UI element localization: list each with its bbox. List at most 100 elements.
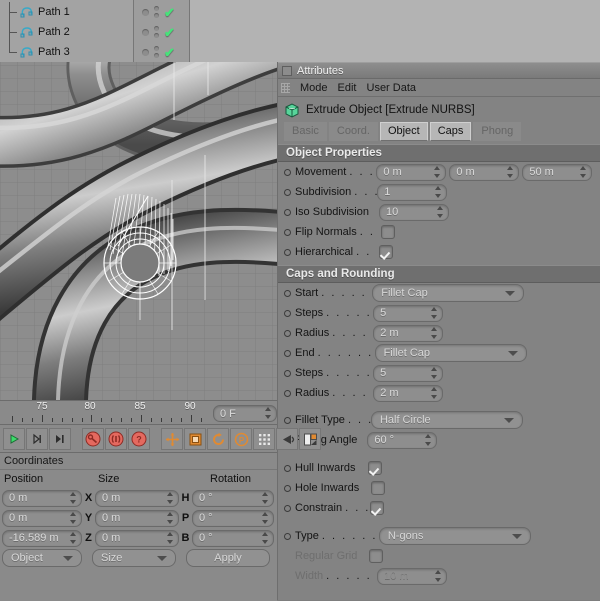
parametric-tool-icon[interactable]: P <box>230 428 252 450</box>
play-button[interactable] <box>3 428 25 450</box>
object-row-path-3[interactable]: Path 3 <box>0 42 133 62</box>
spinner-icon[interactable] <box>430 366 437 379</box>
chevron-down-icon[interactable] <box>157 556 167 561</box>
tab-phong[interactable]: Phong <box>473 122 522 141</box>
spinner-icon[interactable] <box>69 531 76 544</box>
movement-x-field[interactable]: 0 m <box>376 163 447 181</box>
param-bullet-icon[interactable] <box>284 416 291 424</box>
visibility-dots-icon[interactable] <box>154 26 159 38</box>
record-keyframe-button[interactable] <box>82 428 104 450</box>
menu-mode[interactable]: Mode <box>300 82 328 94</box>
attributes-tabs[interactable]: Basic Coord. Object Caps Phong <box>278 122 600 141</box>
param-bullet-icon[interactable] <box>284 208 291 216</box>
spinner-icon[interactable] <box>436 205 443 218</box>
layout-icon[interactable] <box>299 428 321 450</box>
spinner-icon[interactable] <box>69 511 76 524</box>
start-radius-field[interactable]: 2 m <box>373 324 444 342</box>
step-forward-button[interactable] <box>26 428 48 450</box>
tools-group[interactable]: P <box>153 428 324 450</box>
spinner-icon[interactable] <box>166 531 173 544</box>
param-bullet-icon[interactable] <box>284 188 291 196</box>
param-bullet-icon[interactable] <box>284 168 291 176</box>
tab-object[interactable]: Object <box>379 122 428 141</box>
menu-user-data[interactable]: User Data <box>367 82 417 94</box>
movement-z-field[interactable]: 50 m <box>522 163 593 181</box>
hierarchical-checkbox[interactable] <box>379 245 394 259</box>
visibility-dots-icon[interactable] <box>154 6 159 18</box>
size-mode-dropdown[interactable]: Size <box>92 549 176 567</box>
enabled-check-icon[interactable]: ✔ <box>164 26 175 39</box>
coordinate-mode-dropdown[interactable]: Object <box>2 549 82 567</box>
hole-inwards-checkbox[interactable] <box>371 481 386 495</box>
param-bullet-icon[interactable] <box>284 532 291 540</box>
spinner-icon[interactable] <box>166 511 173 524</box>
spinner-icon[interactable] <box>261 511 268 524</box>
visibility-dots-icon[interactable] <box>154 46 159 58</box>
object-manager[interactable]: Path 1 ✔ Path 2 ✔ Path 3 ✔ <box>0 0 600 62</box>
param-bullet-icon[interactable] <box>284 484 291 492</box>
fillet-type-dropdown[interactable]: Half Circle <box>370 411 523 429</box>
spinner-icon[interactable] <box>261 531 268 544</box>
param-bullet-icon[interactable] <box>284 329 291 337</box>
scale-tool-icon[interactable] <box>184 428 206 450</box>
timeline-ruler[interactable]: 75 80 85 90 <box>0 401 210 425</box>
object-tags-2[interactable]: ✔ <box>142 22 175 42</box>
phong-angle-field[interactable]: 60 ° <box>367 431 438 449</box>
apply-button[interactable]: Apply <box>186 549 270 567</box>
size-z-field[interactable]: 0 m <box>95 529 179 547</box>
spinner-icon[interactable] <box>434 185 441 198</box>
spinner-icon[interactable] <box>264 407 271 419</box>
tab-basic[interactable]: Basic <box>284 122 327 141</box>
size-y-field[interactable]: 0 m <box>95 509 179 527</box>
chevron-down-icon[interactable] <box>63 556 73 561</box>
enabled-check-icon[interactable]: ✔ <box>164 6 175 19</box>
object-tags-3[interactable]: ✔ <box>142 42 175 62</box>
chevron-down-icon[interactable] <box>503 418 514 423</box>
panel-menu-icon[interactable] <box>282 65 292 76</box>
param-bullet-icon[interactable] <box>284 349 291 357</box>
transport-group[interactable] <box>0 428 74 450</box>
chevron-down-icon[interactable] <box>507 351 518 356</box>
start-cap-dropdown[interactable]: Fillet Cap <box>372 284 525 302</box>
subdivision-field[interactable]: 1 <box>377 183 448 201</box>
object-row-path-2[interactable]: Path 2 <box>0 22 133 42</box>
rotation-p-field[interactable]: 0 ° <box>192 509 274 527</box>
chevron-down-icon[interactable] <box>511 534 522 539</box>
autokey-button[interactable] <box>105 428 127 450</box>
param-bullet-icon[interactable] <box>284 248 291 256</box>
spinner-icon[interactable] <box>579 165 586 178</box>
current-frame-field[interactable]: 0 F <box>213 405 277 422</box>
position-x-field[interactable]: 0 m <box>2 489 82 507</box>
timeline-bar[interactable]: 75 80 85 90 0 F <box>0 400 277 425</box>
tag-dot-icon[interactable] <box>142 28 149 36</box>
movement-y-field[interactable]: 0 m <box>449 163 520 181</box>
drag-grip-icon[interactable] <box>281 82 290 93</box>
spinner-icon[interactable] <box>69 491 76 504</box>
grid-snap-icon[interactable] <box>253 428 275 450</box>
spinner-icon[interactable] <box>261 491 268 504</box>
keyframe-selection-button[interactable]: ? <box>128 428 150 450</box>
move-tool-icon[interactable] <box>161 428 183 450</box>
spinner-icon[interactable] <box>506 165 513 178</box>
spinner-icon[interactable] <box>430 306 437 319</box>
magnet-icon[interactable] <box>276 428 298 450</box>
flip-normals-checkbox[interactable] <box>380 225 395 239</box>
type-dropdown[interactable]: N-gons <box>378 527 531 545</box>
position-z-field[interactable]: -16.589 m <box>2 529 82 547</box>
spinner-icon[interactable] <box>433 165 440 178</box>
end-cap-dropdown[interactable]: Fillet Cap <box>374 344 527 362</box>
iso-subdivision-field[interactable]: 10 <box>379 203 449 221</box>
param-bullet-icon[interactable] <box>284 504 291 512</box>
tag-dot-icon[interactable] <box>142 48 149 56</box>
end-steps-field[interactable]: 5 <box>373 364 444 382</box>
menu-edit[interactable]: Edit <box>338 82 357 94</box>
constrain-checkbox[interactable] <box>370 501 385 515</box>
attributes-menubar[interactable]: Mode Edit User Data <box>278 79 600 97</box>
rotation-b-field[interactable]: 0 ° <box>192 529 274 547</box>
param-bullet-icon[interactable] <box>284 369 291 377</box>
param-bullet-icon[interactable] <box>284 389 291 397</box>
rotate-tool-icon[interactable] <box>207 428 229 450</box>
spinner-icon[interactable] <box>430 386 437 399</box>
param-bullet-icon[interactable] <box>284 309 291 317</box>
animation-toolbar[interactable]: ? P <box>0 424 321 453</box>
